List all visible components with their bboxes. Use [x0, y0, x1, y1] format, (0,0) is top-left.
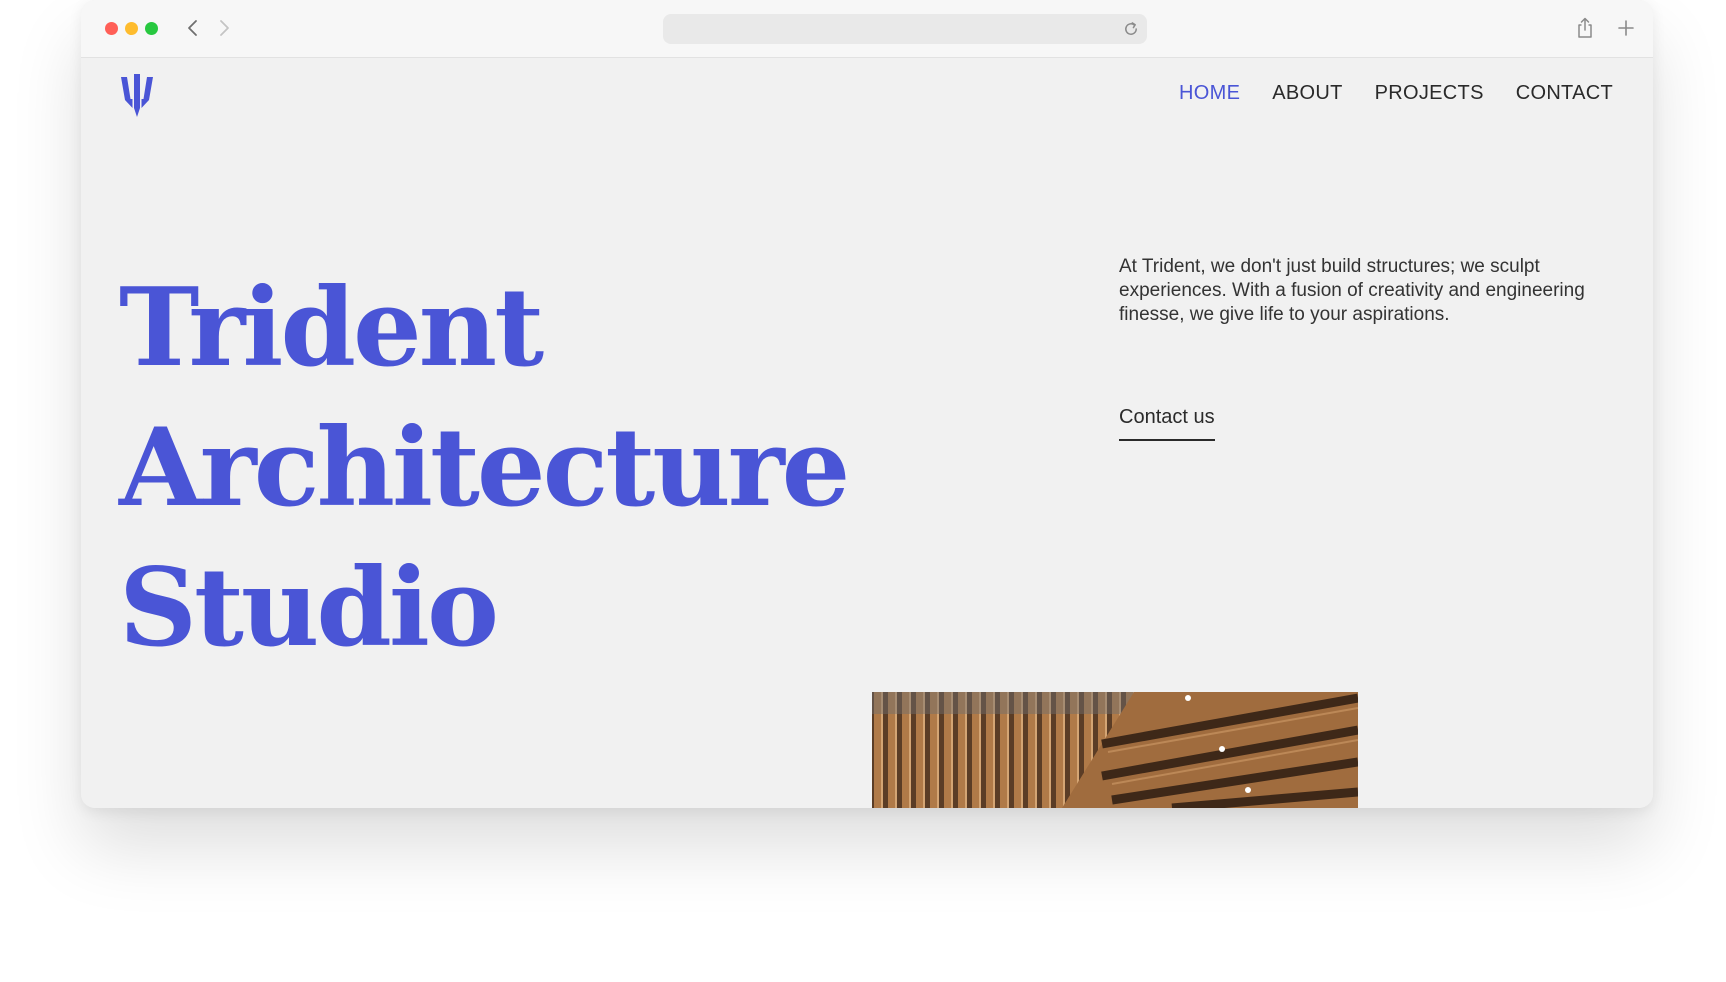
minimize-window-button[interactable] — [125, 22, 138, 35]
hero-title-line: Studio — [119, 545, 499, 671]
contact-us-link[interactable]: Contact us — [1119, 406, 1215, 441]
plus-icon[interactable] — [1615, 17, 1637, 39]
nav-link-contact[interactable]: CONTACT — [1516, 82, 1613, 105]
share-icon[interactable] — [1574, 16, 1596, 40]
chevron-right-icon[interactable] — [213, 17, 235, 39]
browser-window: HOME ABOUT PROJECTS CONTACT Trident Arch… — [81, 0, 1653, 808]
maximize-window-button[interactable] — [145, 22, 158, 35]
web-page: HOME ABOUT PROJECTS CONTACT Trident Arch… — [81, 58, 1653, 808]
browser-toolbar — [81, 0, 1653, 58]
hero-description: At Trident, we don't just build structur… — [1119, 256, 1585, 325]
chevron-left-icon[interactable] — [182, 17, 204, 39]
trident-logo-icon[interactable] — [119, 74, 155, 118]
hero-title-line: Architecture — [119, 405, 850, 531]
nav-link-about[interactable]: ABOUT — [1272, 82, 1342, 105]
main-nav: HOME ABOUT PROJECTS CONTACT — [1179, 82, 1613, 105]
interior-wood-ceiling-image — [872, 692, 1358, 808]
nav-link-home[interactable]: HOME — [1179, 82, 1240, 105]
address-bar[interactable] — [663, 14, 1147, 44]
reload-icon[interactable] — [1122, 20, 1140, 38]
hero-title: Trident Architecture Studio — [119, 258, 850, 678]
nav-link-projects[interactable]: PROJECTS — [1375, 82, 1484, 105]
hero-title-line: Trident — [119, 265, 544, 391]
close-window-button[interactable] — [105, 22, 118, 35]
